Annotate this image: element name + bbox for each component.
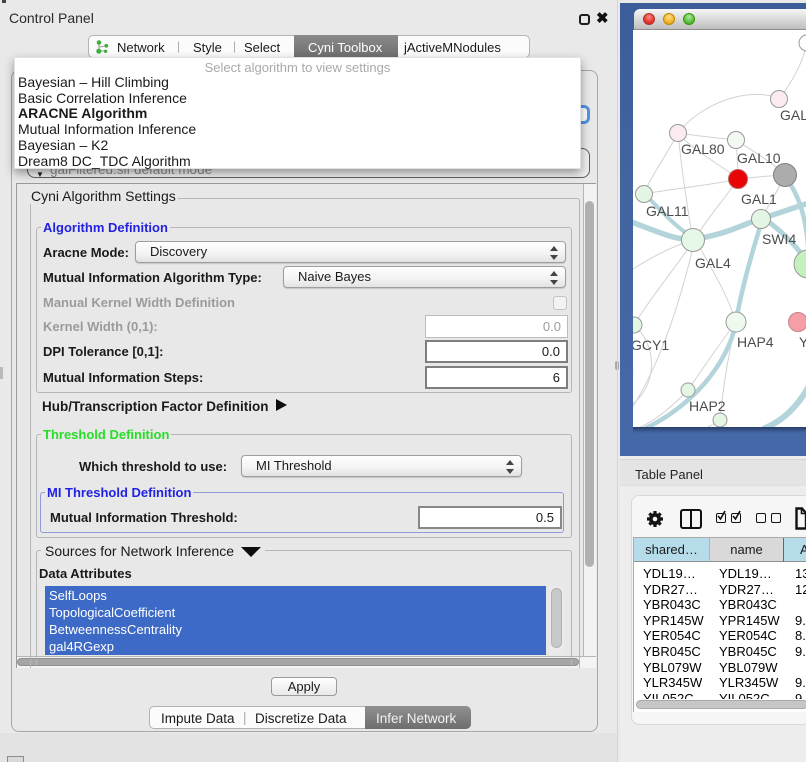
- svg-text:GAL11: GAL11: [646, 203, 689, 219]
- svg-text:GAL10: GAL10: [737, 150, 781, 166]
- svg-text:GAL: GAL: [780, 107, 806, 123]
- svg-text:GCY1: GCY1: [633, 337, 669, 353]
- svg-text:Y: Y: [799, 334, 806, 350]
- svg-text:GAL80: GAL80: [681, 141, 725, 157]
- svg-text:GAL1: GAL1: [741, 191, 777, 207]
- svg-text:GAL4: GAL4: [695, 255, 731, 271]
- svg-text:HAP2: HAP2: [689, 398, 726, 414]
- svg-text:SWI4: SWI4: [762, 231, 796, 247]
- svg-text:HAP4: HAP4: [737, 334, 774, 350]
